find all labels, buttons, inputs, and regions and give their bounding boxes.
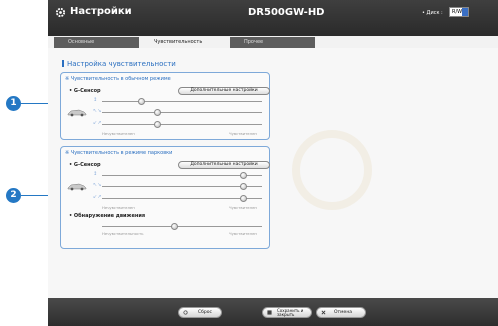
content-area: Настройка чувствительности ※ Чувствитель… (48, 48, 498, 298)
axis-diagonal-icon: ↙↗ (93, 120, 102, 126)
gsensor-label: • G-Сенсор (69, 162, 101, 168)
slider-thumb[interactable] (240, 183, 247, 190)
disk-label: • Диск : (422, 10, 443, 16)
parking-slider-diagonal-2[interactable] (102, 195, 262, 202)
panel-normal-title: ※ Чувствительность в обычном режиме (65, 76, 171, 82)
gsensor-label: • G-Сенсор (69, 88, 101, 94)
model-name: DR500GW-HD (248, 7, 325, 18)
slider-thumb[interactable] (154, 109, 161, 116)
motion-detection-label: • Обнаружение движения (69, 213, 146, 219)
panel-normal-mode: ※ Чувствительность в обычном режиме • G-… (60, 72, 270, 140)
disk-value: R/W (452, 9, 463, 15)
header-bar: Настройки DR500GW-HD • Диск : R/W (48, 0, 498, 36)
save-close-label: Сохранить и закрыть (277, 308, 304, 317)
parking-slider-vertical[interactable] (102, 172, 262, 179)
tab-other[interactable]: Прочее (230, 37, 315, 48)
scale-high-label: Чувствителен (229, 205, 257, 210)
axis-vertical-icon: ↕ (93, 97, 98, 103)
slider-thumb[interactable] (240, 195, 247, 202)
motion-detection-slider[interactable] (102, 223, 262, 230)
panel-parking-title: ※ Чувствительность в режиме парковки (65, 150, 173, 156)
normal-slider-vertical[interactable] (102, 98, 262, 105)
watermark-logo (292, 130, 372, 210)
disk-select[interactable]: R/W (449, 7, 469, 17)
advanced-settings-button[interactable]: Дополнительные настройки (178, 161, 270, 169)
scale-low-label: Нечувствителен (102, 131, 135, 136)
normal-slider-diagonal-1[interactable] (102, 109, 262, 116)
car-icon (67, 183, 87, 191)
settings-window: Настройки DR500GW-HD • Диск : R/W Основн… (48, 0, 498, 326)
normal-slider-diagonal-2[interactable] (102, 121, 262, 128)
parking-slider-diagonal-1[interactable] (102, 183, 262, 190)
slider-thumb[interactable] (240, 172, 247, 179)
save-close-button[interactable]: Сохранить и закрыть (262, 307, 312, 318)
axis-diagonal-icon: ↙↗ (93, 194, 102, 200)
axis-diagonal-icon: ↖↘ (93, 182, 102, 188)
reset-button[interactable]: Сброс (178, 307, 222, 318)
gear-icon (55, 7, 66, 18)
slider-thumb[interactable] (138, 98, 145, 105)
footer-bar: Сброс Сохранить и закрыть Отмена (48, 298, 498, 326)
close-icon (321, 310, 326, 315)
slider-thumb[interactable] (171, 223, 178, 230)
reset-label: Сброс (198, 310, 213, 315)
advanced-settings-button[interactable]: Дополнительные настройки (178, 87, 270, 95)
callout-1: 1 (6, 96, 21, 111)
slider-thumb[interactable] (154, 121, 161, 128)
cancel-label: Отмена (334, 310, 353, 315)
callout-2: 2 (6, 188, 21, 203)
axis-vertical-icon: ↕ (93, 171, 98, 177)
tab-bar: Основные Чувствительность Прочее (48, 36, 498, 48)
tab-basic[interactable]: Основные (54, 37, 139, 48)
refresh-icon (183, 310, 188, 315)
tab-sensitivity[interactable]: Чувствительность (140, 37, 229, 48)
motion-scale-high-label: Чувствителен (229, 231, 257, 236)
panel-parking-mode: ※ Чувствительность в режиме парковки • G… (60, 146, 270, 249)
cancel-button[interactable]: Отмена (316, 307, 366, 318)
axis-diagonal-icon: ↖↘ (93, 108, 102, 114)
app-title: Настройки (70, 6, 132, 17)
save-icon (267, 310, 272, 315)
scale-low-label: Нечувствителен (102, 205, 135, 210)
motion-scale-low-label: Нечувствительность (102, 231, 144, 236)
scale-high-label: Чувствителен (229, 131, 257, 136)
chevron-down-icon (462, 8, 468, 16)
car-icon (67, 109, 87, 117)
page-title: Настройка чувствительности (62, 60, 176, 68)
